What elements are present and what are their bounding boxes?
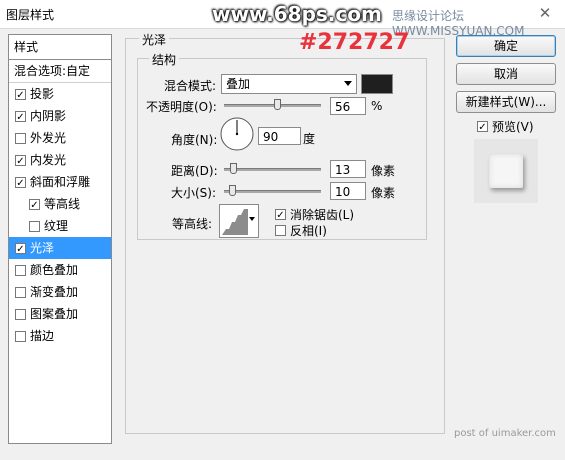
style-item-checkbox[interactable] bbox=[15, 308, 26, 320]
opacity-label: 不透明度(O): bbox=[146, 100, 217, 114]
style-item[interactable]: ✓ 等高线 bbox=[9, 193, 111, 215]
cancel-button[interactable]: 取消 bbox=[456, 63, 556, 85]
style-item-checkbox[interactable]: ✓ bbox=[29, 198, 40, 211]
size-label: 大小(S): bbox=[171, 186, 217, 200]
distance-slider-track[interactable] bbox=[224, 168, 321, 171]
blend-mode-value: 叠加 bbox=[226, 77, 251, 91]
style-item-label: 内发光 bbox=[30, 153, 67, 167]
distance-label: 距离(D): bbox=[171, 164, 218, 178]
opacity-slider-thumb[interactable] bbox=[274, 99, 281, 110]
distance-input[interactable]: 13 bbox=[330, 160, 366, 178]
site-watermark: www.68ps.com bbox=[212, 2, 382, 26]
style-item-checkbox[interactable] bbox=[29, 220, 40, 232]
angle-label: 角度(N): bbox=[171, 133, 218, 147]
style-item[interactable]: ✓ 内发光 bbox=[9, 149, 111, 171]
blend-options-item[interactable]: 混合选项:自定 bbox=[9, 60, 111, 83]
invert-label: 反相(I) bbox=[290, 224, 327, 238]
style-item[interactable]: 纹理 bbox=[9, 215, 111, 237]
preview-swatch bbox=[489, 154, 523, 188]
angle-unit: 度 bbox=[303, 132, 316, 146]
opacity-unit: % bbox=[371, 99, 383, 113]
preview-label: 预览(V) bbox=[492, 120, 534, 134]
style-item-checkbox[interactable] bbox=[15, 330, 26, 342]
style-item-label: 投影 bbox=[30, 87, 55, 101]
angle-dial[interactable] bbox=[220, 117, 254, 151]
style-item[interactable]: 渐变叠加 bbox=[9, 281, 111, 303]
style-item-checkbox[interactable]: ✓ bbox=[15, 154, 26, 167]
satin-group-title: 光泽 bbox=[139, 31, 170, 48]
antialias-label: 消除锯齿(L) bbox=[290, 208, 355, 222]
opacity-slider-track[interactable] bbox=[224, 104, 321, 107]
preview-thumbnail bbox=[474, 139, 538, 203]
style-item-label: 图案叠加 bbox=[30, 307, 79, 321]
styles-list: 样式 混合选项:自定 ✓ 投影 ✓ 内阴影外发光 ✓ 内发光 ✓ 斜面和浮雕 ✓ 等高线纹理 ✓ 光泽… bbox=[8, 34, 112, 444]
size-slider-thumb[interactable] bbox=[229, 185, 236, 196]
ok-button[interactable]: 确定 bbox=[456, 35, 556, 57]
style-item[interactable]: 图案叠加 bbox=[9, 303, 111, 325]
style-item-label: 外发光 bbox=[30, 131, 67, 145]
style-item-checkbox[interactable]: ✓ bbox=[15, 110, 26, 123]
size-input[interactable]: 10 bbox=[330, 182, 366, 200]
distance-unit: 像素 bbox=[371, 164, 396, 178]
distance-slider-thumb[interactable] bbox=[230, 163, 237, 174]
footer-watermark: post of uimaker.com bbox=[454, 428, 556, 439]
opacity-input[interactable]: 56 bbox=[330, 97, 366, 115]
style-item-checkbox[interactable] bbox=[15, 132, 26, 144]
style-item-checkbox[interactable] bbox=[15, 264, 26, 276]
style-item-label: 颜色叠加 bbox=[30, 263, 79, 277]
antialias-check-box: ✓ bbox=[275, 209, 286, 221]
contour-curve-icon bbox=[222, 209, 248, 235]
styles-header[interactable]: 样式 bbox=[9, 35, 111, 60]
style-item-label: 描边 bbox=[30, 329, 55, 343]
new-style-button[interactable]: 新建样式(W)... bbox=[456, 91, 556, 113]
preview-check-box: ✓ bbox=[477, 121, 488, 133]
antialias-checkbox[interactable]: ✓ 消除锯齿(L) bbox=[275, 206, 354, 223]
blend-color-swatch[interactable] bbox=[361, 74, 393, 94]
style-item-label: 纹理 bbox=[44, 219, 69, 233]
style-item-checkbox[interactable]: ✓ bbox=[15, 176, 26, 189]
style-item[interactable]: ✓ 投影 bbox=[9, 83, 111, 105]
style-item[interactable]: ✓ 光泽 bbox=[9, 237, 111, 259]
style-item[interactable]: 外发光 bbox=[9, 127, 111, 149]
angle-dial-icon bbox=[220, 117, 254, 151]
contour-picker[interactable] bbox=[219, 204, 259, 238]
style-item-checkbox[interactable]: ✓ bbox=[15, 88, 26, 101]
style-item-checkbox[interactable]: ✓ bbox=[15, 242, 26, 255]
window-title: 图层样式 bbox=[6, 8, 55, 22]
style-item-label: 渐变叠加 bbox=[30, 285, 79, 299]
title-bar: 图层样式 www.68ps.com 思缘设计论坛 WWW.MISSYUAN.CO… bbox=[0, 0, 565, 38]
style-item[interactable]: ✓ 斜面和浮雕 bbox=[9, 171, 111, 193]
style-item-label: 等高线 bbox=[44, 197, 81, 211]
structure-group-title: 结构 bbox=[149, 51, 180, 68]
style-item[interactable]: ✓ 内阴影 bbox=[9, 105, 111, 127]
chevron-down-icon bbox=[249, 217, 255, 221]
style-item-label: 斜面和浮雕 bbox=[30, 175, 91, 189]
chevron-down-icon bbox=[344, 81, 352, 86]
invert-checkbox[interactable]: 反相(I) bbox=[275, 222, 327, 239]
size-unit: 像素 bbox=[371, 186, 396, 200]
blend-mode-select[interactable]: 叠加 bbox=[221, 74, 357, 94]
angle-input[interactable]: 90 bbox=[258, 127, 301, 145]
style-item-checkbox[interactable] bbox=[15, 286, 26, 298]
size-slider-track[interactable] bbox=[224, 190, 321, 193]
color-annotation: #272727 bbox=[299, 30, 410, 55]
close-icon[interactable]: ✕ bbox=[535, 3, 555, 23]
blend-mode-label: 混合模式: bbox=[164, 79, 217, 93]
style-item[interactable]: 颜色叠加 bbox=[9, 259, 111, 281]
style-item[interactable]: 描边 bbox=[9, 325, 111, 347]
preview-checkbox[interactable]: ✓ 预览(V) bbox=[477, 118, 534, 135]
style-item-label: 光泽 bbox=[30, 241, 55, 255]
style-item-label: 内阴影 bbox=[30, 109, 67, 123]
contour-label: 等高线: bbox=[172, 217, 213, 231]
invert-check-box bbox=[275, 225, 286, 236]
